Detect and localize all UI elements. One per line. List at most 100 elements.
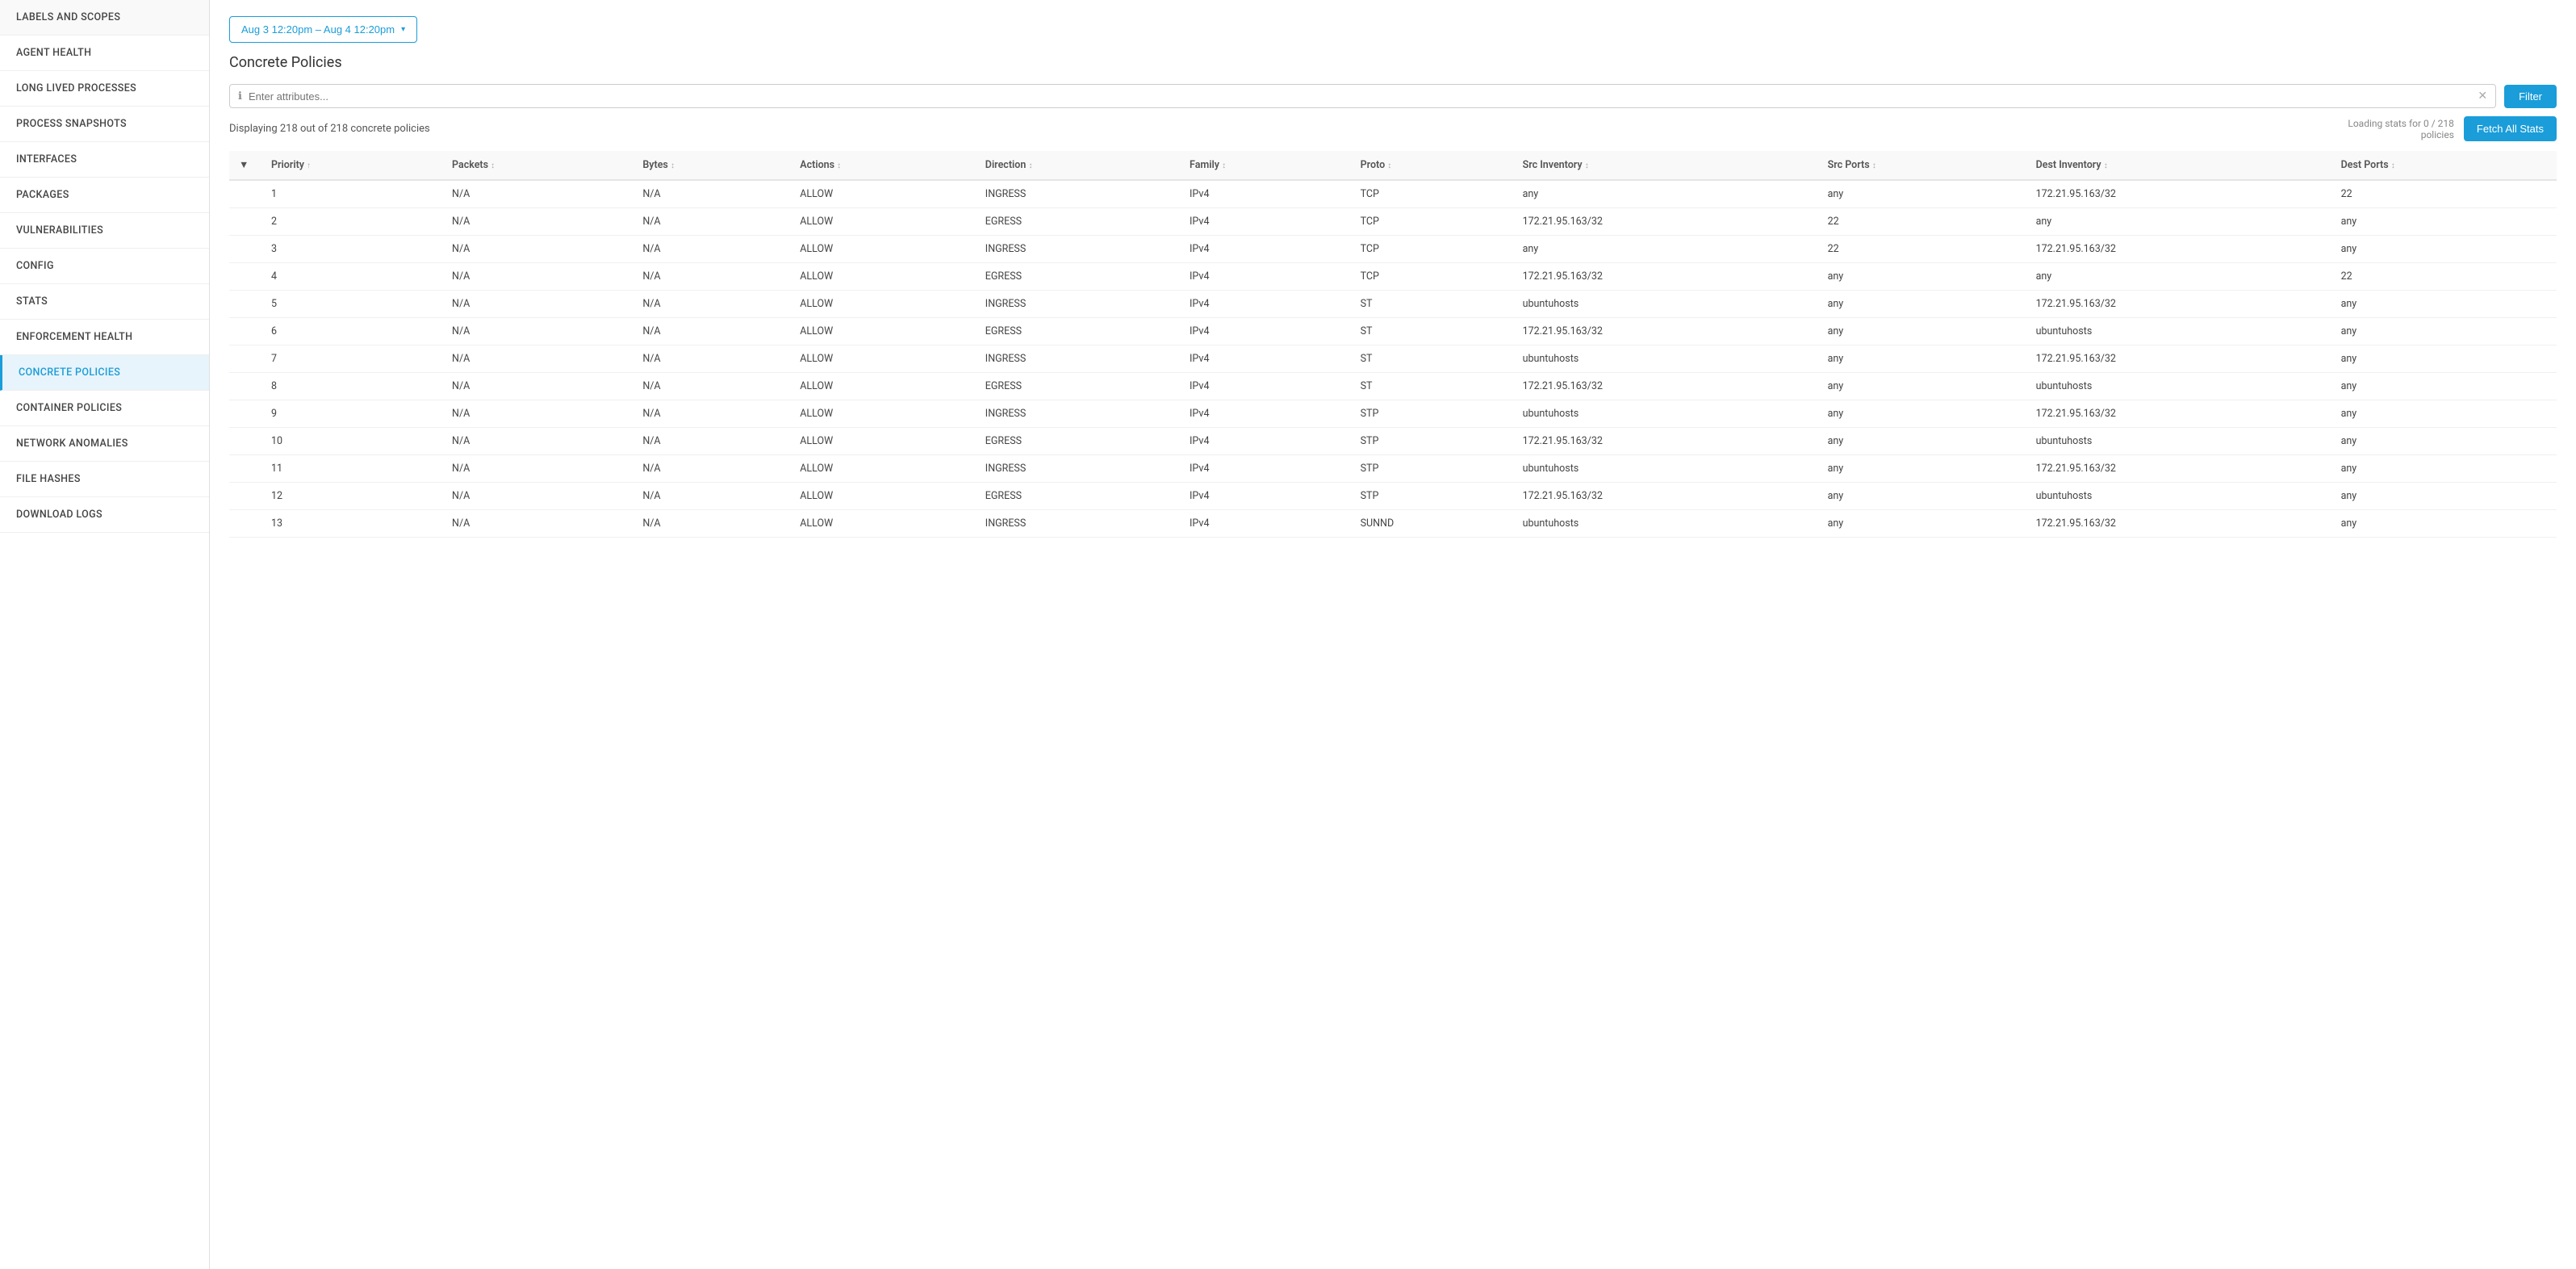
info-icon: ℹ [238, 90, 242, 103]
sort-icon: ↕ [1872, 161, 1876, 170]
sidebar-item-download-logs[interactable]: DOWNLOAD LOGS [0, 497, 209, 533]
cell-packets: N/A [442, 428, 633, 455]
sidebar-item-container-policies[interactable]: CONTAINER POLICIES [0, 391, 209, 426]
cell-src_ports: any [1818, 400, 2026, 428]
col-src_inventory[interactable]: Src Inventory ↕ [1513, 151, 1818, 180]
fetch-all-stats-button[interactable]: Fetch All Stats [2464, 116, 2557, 141]
col-priority[interactable]: Priority ↑ [261, 151, 442, 180]
cell-dest_ports: any [2331, 373, 2557, 400]
cell-src_ports: any [1818, 318, 2026, 346]
col-actions[interactable]: Actions ↕ [790, 151, 976, 180]
cell-src_inventory: 172.21.95.163/32 [1513, 208, 1818, 236]
cell-priority: 5 [261, 291, 442, 318]
sidebar-item-network-anomalies[interactable]: NETWORK ANOMALIES [0, 426, 209, 462]
sidebar-item-process-snapshots[interactable]: PROCESS SNAPSHOTS [0, 107, 209, 142]
cell-src_inventory: 172.21.95.163/32 [1513, 483, 1818, 510]
cell-family: IPv4 [1180, 428, 1351, 455]
cell-priority: 4 [261, 263, 442, 291]
cell-dest_ports: any [2331, 483, 2557, 510]
cell-actions: ALLOW [790, 373, 976, 400]
table-row: 7N/AN/AALLOWINGRESSIPv4STubuntuhostsany1… [229, 346, 2557, 373]
cell-bytes: N/A [633, 236, 790, 263]
cell-src_inventory: 172.21.95.163/32 [1513, 318, 1818, 346]
cell-packets: N/A [442, 208, 633, 236]
sidebar-item-concrete-policies[interactable]: CONCRETE POLICIES [0, 355, 209, 391]
filter-button[interactable]: Filter [2504, 85, 2557, 108]
cell-packets: N/A [442, 455, 633, 483]
cell-proto: TCP [1351, 208, 1513, 236]
sort-icon: ↕ [1222, 161, 1226, 170]
cell-direction: EGRESS [976, 483, 1180, 510]
cell-bytes: N/A [633, 400, 790, 428]
table-row: 4N/AN/AALLOWEGRESSIPv4TCP172.21.95.163/3… [229, 263, 2557, 291]
cell-bytes: N/A [633, 346, 790, 373]
cell-packets: N/A [442, 291, 633, 318]
cell-family: IPv4 [1180, 208, 1351, 236]
stats-row: Displaying 218 out of 218 concrete polic… [229, 116, 2557, 141]
cell-dest_ports: any [2331, 428, 2557, 455]
cell-direction: EGRESS [976, 208, 1180, 236]
clear-icon[interactable]: ✕ [2478, 90, 2487, 103]
cell-priority: 12 [261, 483, 442, 510]
cell-direction: INGRESS [976, 400, 1180, 428]
cell-dest_ports: any [2331, 236, 2557, 263]
sidebar-item-labels-scopes[interactable]: LABELS AND SCOPES [0, 0, 209, 36]
table-filter-column[interactable]: ▼ [229, 151, 261, 180]
sidebar-item-long-lived-processes[interactable]: LONG LIVED PROCESSES [0, 71, 209, 107]
cell-dest_inventory: ubuntuhosts [2026, 483, 2331, 510]
page-title: Concrete Policies [229, 54, 2557, 71]
col-family[interactable]: Family ↕ [1180, 151, 1351, 180]
table-row: 5N/AN/AALLOWINGRESSIPv4STubuntuhostsany1… [229, 291, 2557, 318]
sidebar-item-file-hashes[interactable]: FILE HASHES [0, 462, 209, 497]
cell-bytes: N/A [633, 180, 790, 208]
cell-family: IPv4 [1180, 483, 1351, 510]
sidebar-item-enforcement-health[interactable]: ENFORCEMENT HEALTH [0, 320, 209, 355]
chevron-down-icon: ▾ [401, 25, 405, 34]
table-row: 8N/AN/AALLOWEGRESSIPv4ST172.21.95.163/32… [229, 373, 2557, 400]
sidebar-item-stats[interactable]: STATS [0, 284, 209, 320]
cell-src_inventory: any [1513, 236, 1818, 263]
cell-src_inventory: ubuntuhosts [1513, 510, 1818, 538]
col-proto[interactable]: Proto ↕ [1351, 151, 1513, 180]
cell-priority: 1 [261, 180, 442, 208]
col-bytes[interactable]: Bytes ↕ [633, 151, 790, 180]
cell-priority: 3 [261, 236, 442, 263]
table-row: 12N/AN/AALLOWEGRESSIPv4STP172.21.95.163/… [229, 483, 2557, 510]
cell-family: IPv4 [1180, 180, 1351, 208]
sort-icon: ↕ [837, 161, 841, 170]
filter-input[interactable] [249, 90, 2471, 103]
cell-family: IPv4 [1180, 400, 1351, 428]
cell-dest_inventory: 172.21.95.163/32 [2026, 236, 2331, 263]
col-dest_ports[interactable]: Dest Ports ↕ [2331, 151, 2557, 180]
cell-packets: N/A [442, 180, 633, 208]
sidebar-item-packages[interactable]: PACKAGES [0, 178, 209, 213]
sidebar-item-agent-health[interactable]: AGENT HEALTH [0, 36, 209, 71]
sidebar-item-interfaces[interactable]: INTERFACES [0, 142, 209, 178]
col-packets[interactable]: Packets ↕ [442, 151, 633, 180]
col-dest_inventory[interactable]: Dest Inventory ↕ [2026, 151, 2331, 180]
sort-icon: ↕ [491, 161, 495, 170]
cell-priority: 10 [261, 428, 442, 455]
table-row: 13N/AN/AALLOWINGRESSIPv4SUNNDubuntuhosts… [229, 510, 2557, 538]
cell-actions: ALLOW [790, 236, 976, 263]
sidebar-item-config[interactable]: CONFIG [0, 249, 209, 284]
col-direction[interactable]: Direction ↕ [976, 151, 1180, 180]
cell-bytes: N/A [633, 263, 790, 291]
cell-bytes: N/A [633, 455, 790, 483]
row-filter-cell [229, 346, 261, 373]
cell-dest_inventory: any [2026, 208, 2331, 236]
col-src_ports[interactable]: Src Ports ↕ [1818, 151, 2026, 180]
cell-dest_ports: any [2331, 208, 2557, 236]
date-range-label: Aug 3 12:20pm – Aug 4 12:20pm [241, 23, 395, 36]
cell-dest_inventory: 172.21.95.163/32 [2026, 510, 2331, 538]
date-range-button[interactable]: Aug 3 12:20pm – Aug 4 12:20pm ▾ [229, 16, 417, 43]
loading-stats-text: Loading stats for 0 / 218 policies [2348, 118, 2454, 140]
sidebar-item-vulnerabilities[interactable]: VULNERABILITIES [0, 213, 209, 249]
cell-bytes: N/A [633, 373, 790, 400]
cell-bytes: N/A [633, 291, 790, 318]
cell-packets: N/A [442, 373, 633, 400]
cell-direction: INGRESS [976, 236, 1180, 263]
cell-packets: N/A [442, 483, 633, 510]
cell-src_ports: any [1818, 455, 2026, 483]
row-filter-cell [229, 291, 261, 318]
